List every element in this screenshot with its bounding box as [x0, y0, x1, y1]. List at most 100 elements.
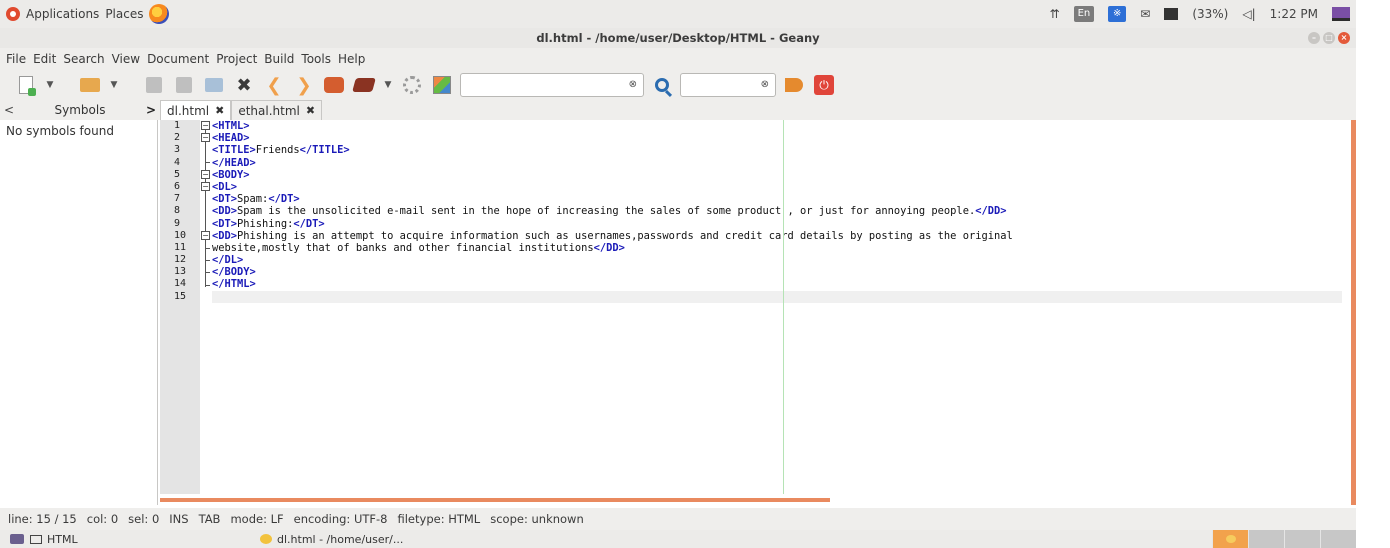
new-file-button[interactable] [14, 73, 38, 97]
html-tag: </BODY> [212, 266, 256, 279]
taskbar-item-html[interactable]: HTML [30, 533, 260, 546]
geany-icon [1225, 535, 1236, 543]
volume-icon[interactable]: ◁| [1242, 7, 1255, 21]
revert-button[interactable] [202, 73, 226, 97]
code-line[interactable]: </BODY> [212, 266, 1342, 278]
menu-bar: File Edit Search View Document Project B… [0, 48, 1356, 70]
show-desktop-button[interactable] [10, 534, 24, 544]
workspace-2[interactable] [1248, 530, 1284, 548]
menu-project[interactable]: Project [216, 52, 257, 66]
menu-file[interactable]: File [6, 52, 26, 66]
search-input[interactable]: ⊗ [460, 73, 644, 97]
maximize-button[interactable]: □ [1323, 32, 1335, 44]
close-tab-icon[interactable]: ✖ [215, 104, 224, 117]
tab-dl-html[interactable]: dl.html ✖ [160, 100, 232, 120]
code-line[interactable]: <DD>Phishing is an attempt to acquire in… [212, 230, 1342, 242]
goto-line-button[interactable] [782, 73, 806, 97]
horizontal-scrollbar[interactable] [160, 498, 830, 502]
menu-edit[interactable]: Edit [33, 52, 56, 66]
search-button[interactable] [650, 73, 674, 97]
close-window-button[interactable]: × [1338, 32, 1350, 44]
keyboard-layout-indicator[interactable]: En [1073, 6, 1095, 22]
applications-menu-icon[interactable] [6, 7, 20, 21]
mail-icon[interactable]: ✉ [1140, 7, 1150, 21]
color-chooser-button[interactable] [430, 73, 454, 97]
fold-toggle-icon[interactable]: − [201, 231, 210, 240]
bluetooth-icon[interactable]: ※ [1108, 6, 1127, 22]
save-icon [146, 77, 162, 93]
navigate-forward-button[interactable]: ❯ [292, 73, 316, 97]
menu-document[interactable]: Document [147, 52, 209, 66]
clear-goto-icon[interactable]: ⊗ [761, 79, 769, 90]
code-text: Phishing is an attempt to acquire inform… [237, 229, 1013, 242]
menu-view[interactable]: View [112, 52, 140, 66]
open-file-button[interactable] [78, 73, 102, 97]
fold-toggle-icon[interactable]: − [201, 170, 210, 179]
window-title-bar[interactable]: dl.html - /home/user/Desktop/HTML - Gean… [0, 28, 1356, 48]
menu-build[interactable]: Build [264, 52, 294, 66]
applications-menu[interactable]: Applications [26, 7, 99, 21]
fold-toggle-icon[interactable]: − [201, 182, 210, 191]
workspace-1[interactable] [1212, 530, 1248, 548]
toolbar: ▼ ▼ ✖ ❮ ❯ ▼ ⊗ ⊗ ⏻ [0, 70, 1356, 100]
vertical-scrollbar[interactable] [1351, 120, 1356, 505]
code-line[interactable]: <DT>Spam:</DT> [212, 193, 1342, 205]
firefox-launcher-icon[interactable] [149, 4, 170, 24]
menu-search[interactable]: Search [63, 52, 104, 66]
taskbar-item-geany[interactable]: dl.html - /home/user/... [260, 533, 403, 546]
tab-symbols[interactable]: Symbols [14, 103, 146, 117]
html-tag: </HTML> [212, 278, 256, 291]
color-chooser-icon [433, 76, 451, 94]
symbols-sidebar: No symbols found [0, 120, 158, 505]
battery-icon[interactable] [1164, 8, 1179, 20]
goto-line-input[interactable]: ⊗ [680, 73, 776, 97]
code-line[interactable]: <DL> [212, 181, 1342, 193]
code-line[interactable]: </HTML> [212, 278, 1342, 290]
clear-search-icon[interactable]: ⊗ [629, 79, 637, 90]
code-line[interactable]: <TITLE>Friends</TITLE> [212, 144, 1342, 156]
fold-toggle-icon[interactable]: − [201, 121, 210, 130]
build-dropdown[interactable]: ▼ [382, 80, 394, 90]
code-line[interactable]: </DL> [212, 254, 1342, 266]
wifi-icon[interactable]: ⇈ [1050, 7, 1060, 21]
code-line[interactable]: <HTML> [212, 120, 1342, 132]
workspace-4[interactable] [1320, 530, 1356, 548]
battery-percentage: (33%) [1192, 7, 1229, 21]
save-button[interactable] [142, 73, 166, 97]
menu-tools[interactable]: Tools [301, 52, 331, 66]
new-from-template-dropdown[interactable]: ▼ [44, 80, 56, 90]
menu-help[interactable]: Help [338, 52, 365, 66]
fold-toggle-icon[interactable]: − [201, 133, 210, 142]
code-line[interactable]: </HEAD> [212, 157, 1342, 169]
places-menu[interactable]: Places [105, 7, 143, 21]
fold-margin[interactable]: − − − − − [200, 120, 212, 494]
code-line[interactable]: <BODY> [212, 169, 1342, 181]
code-editor[interactable]: 1 2 3 4 5 6 7 8 9 10 11 12 13 14 15 − − − − − <HTML> <H… [160, 120, 1356, 505]
code-line[interactable]: website,mostly that of banks and other f… [212, 242, 1342, 254]
sidebar-next-tab-icon[interactable]: > [146, 103, 160, 117]
code-line[interactable] [212, 290, 1342, 303]
code-line[interactable]: <DT>Phishing:</DT> [212, 218, 1342, 230]
build-button[interactable] [352, 73, 376, 97]
workspace-switcher [1212, 530, 1356, 548]
save-all-button[interactable] [172, 73, 196, 97]
search-icon [655, 78, 669, 92]
code-line[interactable]: <HEAD> [212, 132, 1342, 144]
close-tab-icon[interactable]: ✖ [306, 104, 315, 117]
close-file-button[interactable]: ✖ [232, 73, 256, 97]
user-menu-icon[interactable] [1332, 7, 1350, 21]
tab-ethal-html[interactable]: ethal.html ✖ [231, 100, 323, 120]
code-line[interactable]: <DD>Spam is the unsolicited e-mail sent … [212, 205, 1342, 217]
clock[interactable]: 1:22 PM [1270, 7, 1318, 21]
code-text: Phishing: [237, 217, 294, 230]
execute-button[interactable] [400, 73, 424, 97]
navigate-back-button[interactable]: ❮ [262, 73, 286, 97]
workspace-3[interactable] [1284, 530, 1320, 548]
html-tag: </HEAD> [212, 156, 256, 169]
code-area[interactable]: <HTML> <HEAD> <TITLE>Friends</TITLE> </HEAD… [212, 120, 1342, 303]
minimize-button[interactable]: – [1308, 32, 1320, 44]
quit-button[interactable]: ⏻ [812, 73, 836, 97]
sidebar-prev-tab-icon[interactable]: < [0, 103, 14, 117]
recent-files-dropdown[interactable]: ▼ [108, 80, 120, 90]
compile-button[interactable] [322, 73, 346, 97]
